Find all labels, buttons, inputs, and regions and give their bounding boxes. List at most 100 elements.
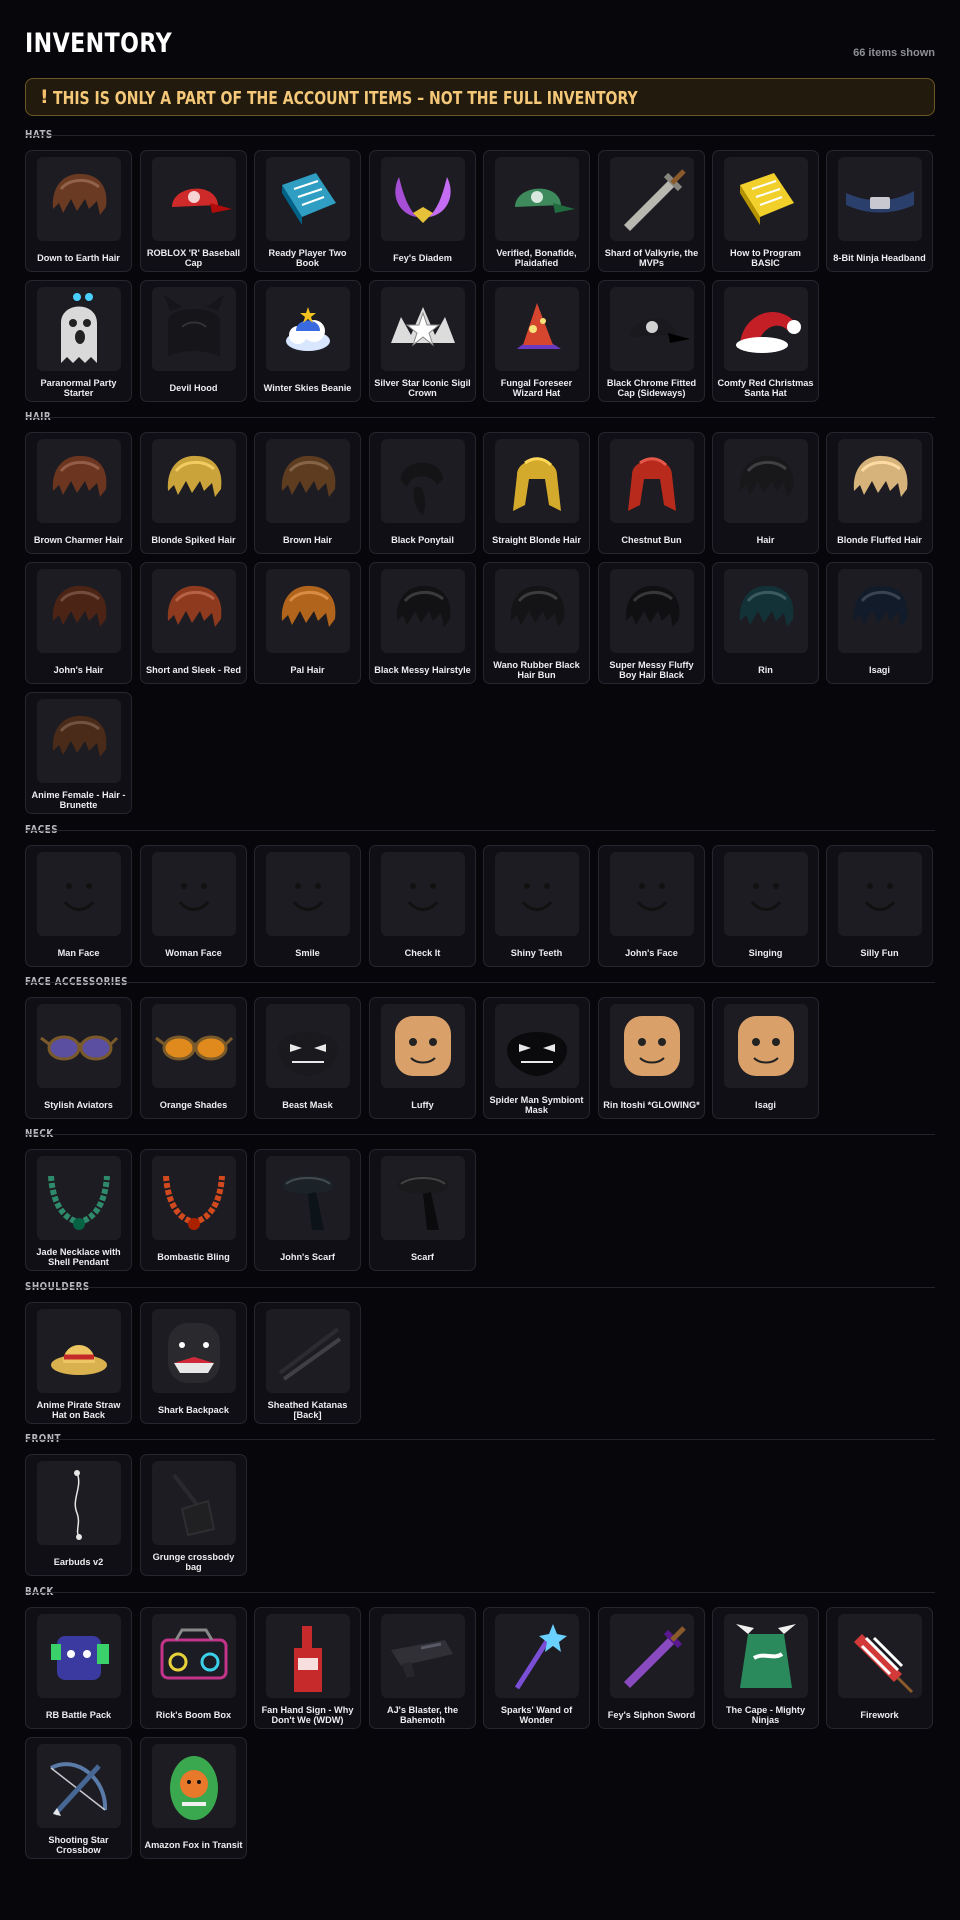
inventory-item-card[interactable]: Black Ponytail bbox=[369, 432, 476, 554]
inventory-item-card[interactable]: Isagi bbox=[712, 997, 819, 1119]
hair-icon bbox=[724, 439, 808, 523]
glasses-icon bbox=[37, 1004, 121, 1088]
inventory-item-card[interactable]: Check It bbox=[369, 845, 476, 967]
item-name: Isagi bbox=[755, 1099, 776, 1110]
inventory-item-card[interactable]: Fungal Foreseer Wizard Hat bbox=[483, 280, 590, 402]
item-name: The Cape - Mighty Ninjas bbox=[725, 1704, 806, 1726]
inventory-item-card[interactable]: Fey's Diadem bbox=[369, 150, 476, 272]
inventory-item-card[interactable]: Verified, Bonafide, Plaidafied bbox=[483, 150, 590, 272]
inventory-item-card[interactable]: Black Chrome Fitted Cap (Sideways) bbox=[598, 280, 705, 402]
long-hair-icon bbox=[610, 439, 694, 523]
section-divider bbox=[25, 1287, 935, 1288]
inventory-item-card[interactable]: Firework bbox=[826, 1607, 933, 1729]
item-name: Scarf bbox=[411, 1251, 434, 1262]
inventory-item-card[interactable]: Man Face bbox=[25, 845, 132, 967]
inventory-item-card[interactable]: Paranormal Party Starter bbox=[25, 280, 132, 402]
section-divider bbox=[25, 982, 935, 983]
inventory-item-card[interactable]: Devil Hood bbox=[140, 280, 247, 402]
inventory-item-card[interactable]: Smile bbox=[254, 845, 361, 967]
inventory-item-card[interactable]: Blonde Fluffed Hair bbox=[826, 432, 933, 554]
inventory-item-card[interactable]: Beast Mask bbox=[254, 997, 361, 1119]
inventory-item-card[interactable]: The Cape - Mighty Ninjas bbox=[712, 1607, 819, 1729]
inventory-item-card[interactable]: Isagi bbox=[826, 562, 933, 684]
inventory-item-card[interactable]: Straight Blonde Hair bbox=[483, 432, 590, 554]
foam-hand-icon bbox=[266, 1614, 350, 1698]
item-name: Shard of Valkyrie, the MVPs bbox=[604, 247, 699, 269]
blaster-icon bbox=[381, 1614, 465, 1698]
inventory-item-card[interactable]: John's Scarf bbox=[254, 1149, 361, 1271]
inventory-item-card[interactable]: Pal Hair bbox=[254, 562, 361, 684]
inventory-item-card[interactable]: Rin Itoshi *GLOWING* bbox=[598, 997, 705, 1119]
item-name: Hair bbox=[756, 534, 775, 545]
item-name: Black Chrome Fitted Cap (Sideways) bbox=[606, 377, 697, 399]
inventory-item-card[interactable]: AJ's Blaster, the Bahemoth bbox=[369, 1607, 476, 1729]
inventory-item-card[interactable]: Spider Man Symbiont Mask bbox=[483, 997, 590, 1119]
inventory-item-card[interactable]: Winter Skies Beanie bbox=[254, 280, 361, 402]
inventory-item-card[interactable]: John's Face bbox=[598, 845, 705, 967]
inventory-item-card[interactable]: Shiny Teeth bbox=[483, 845, 590, 967]
book-icon bbox=[724, 157, 808, 241]
inventory-item-card[interactable]: John's Hair bbox=[25, 562, 132, 684]
item-name: John's Face bbox=[625, 947, 678, 958]
inventory-item-card[interactable]: Black Messy Hairstyle bbox=[369, 562, 476, 684]
inventory-item-card[interactable]: Stylish Aviators bbox=[25, 997, 132, 1119]
inventory-item-card[interactable]: Amazon Fox in Transit bbox=[140, 1737, 247, 1859]
wand-icon bbox=[495, 1614, 579, 1698]
inventory-item-card[interactable]: Down to Earth Hair bbox=[25, 150, 132, 272]
book-icon bbox=[266, 157, 350, 241]
inventory-item-card[interactable]: Sheathed Katanas [Back] bbox=[254, 1302, 361, 1424]
inventory-item-card[interactable]: Anime Pirate Straw Hat on Back bbox=[25, 1302, 132, 1424]
inventory-item-card[interactable]: Comfy Red Christmas Santa Hat bbox=[712, 280, 819, 402]
item-name: Firework bbox=[860, 1709, 899, 1720]
hair-icon bbox=[381, 569, 465, 653]
inventory-item-card[interactable]: Fan Hand Sign - Why Don't We (WDW) bbox=[254, 1607, 361, 1729]
inventory-item-card[interactable]: RB Battle Pack bbox=[25, 1607, 132, 1729]
inventory-item-card[interactable]: Jade Necklace with Shell Pendant bbox=[25, 1149, 132, 1271]
head-icon bbox=[381, 1004, 465, 1088]
straw-hat-icon bbox=[37, 1309, 121, 1393]
inventory-item-card[interactable]: Chestnut Bun bbox=[598, 432, 705, 554]
inventory-item-card[interactable]: Rick's Boom Box bbox=[140, 1607, 247, 1729]
item-name: Man Face bbox=[57, 947, 100, 958]
inventory-item-card[interactable]: Silver Star Iconic Sigil Crown bbox=[369, 280, 476, 402]
inventory-item-card[interactable]: Brown Charmer Hair bbox=[25, 432, 132, 554]
inventory-item-card[interactable]: Fey's Siphon Sword bbox=[598, 1607, 705, 1729]
item-name: Brown Charmer Hair bbox=[33, 534, 124, 545]
inventory-item-card[interactable]: Shark Backpack bbox=[140, 1302, 247, 1424]
item-name: Winter Skies Beanie bbox=[263, 382, 352, 393]
inventory-item-card[interactable]: Ready Player Two Book bbox=[254, 150, 361, 272]
inventory-item-card[interactable]: Silly Fun bbox=[826, 845, 933, 967]
inventory-item-card[interactable]: Grunge crossbody bag bbox=[140, 1454, 247, 1576]
item-name: Rin bbox=[758, 664, 773, 675]
inventory-item-card[interactable]: Hair bbox=[712, 432, 819, 554]
inventory-item-card[interactable]: Blonde Spiked Hair bbox=[140, 432, 247, 554]
inventory-item-card[interactable]: Anime Female - Hair - Brunette bbox=[25, 692, 132, 814]
inventory-item-card[interactable]: Luffy bbox=[369, 997, 476, 1119]
inventory-item-card[interactable]: Super Messy Fluffy Boy Hair Black bbox=[598, 562, 705, 684]
inventory-item-card[interactable]: Brown Hair bbox=[254, 432, 361, 554]
inventory-item-card[interactable]: Shooting Star Crossbow bbox=[25, 1737, 132, 1859]
inventory-item-card[interactable]: Short and Sleek - Red bbox=[140, 562, 247, 684]
inventory-item-card[interactable]: Woman Face bbox=[140, 845, 247, 967]
inventory-item-card[interactable]: Earbuds v2 bbox=[25, 1454, 132, 1576]
inventory-item-card[interactable]: Shard of Valkyrie, the MVPs bbox=[598, 150, 705, 272]
inventory-item-card[interactable]: Wano Rubber Black Hair Bun bbox=[483, 562, 590, 684]
inventory-item-card[interactable]: How to Program BASIC bbox=[712, 150, 819, 272]
mask-icon bbox=[495, 1004, 579, 1088]
hair-icon bbox=[838, 569, 922, 653]
inventory-item-card[interactable]: 8-Bit Ninja Headband bbox=[826, 150, 933, 272]
item-name: Earbuds v2 bbox=[53, 1556, 104, 1567]
wizard-hat-icon bbox=[495, 287, 579, 371]
inventory-item-card[interactable]: ROBLOX 'R' Baseball Cap bbox=[140, 150, 247, 272]
item-name: Sparks' Wand of Wonder bbox=[500, 1704, 573, 1726]
item-name: Black Ponytail bbox=[391, 534, 454, 545]
inventory-item-card[interactable]: Sparks' Wand of Wonder bbox=[483, 1607, 590, 1729]
inventory-item-card[interactable]: Scarf bbox=[369, 1149, 476, 1271]
inventory-item-card[interactable]: Rin bbox=[712, 562, 819, 684]
inventory-item-card[interactable]: Singing bbox=[712, 845, 819, 967]
hair-icon bbox=[37, 569, 121, 653]
inventory-item-card[interactable]: Bombastic Bling bbox=[140, 1149, 247, 1271]
face-icon bbox=[724, 852, 808, 936]
hair-icon bbox=[266, 439, 350, 523]
inventory-item-card[interactable]: Orange Shades bbox=[140, 997, 247, 1119]
